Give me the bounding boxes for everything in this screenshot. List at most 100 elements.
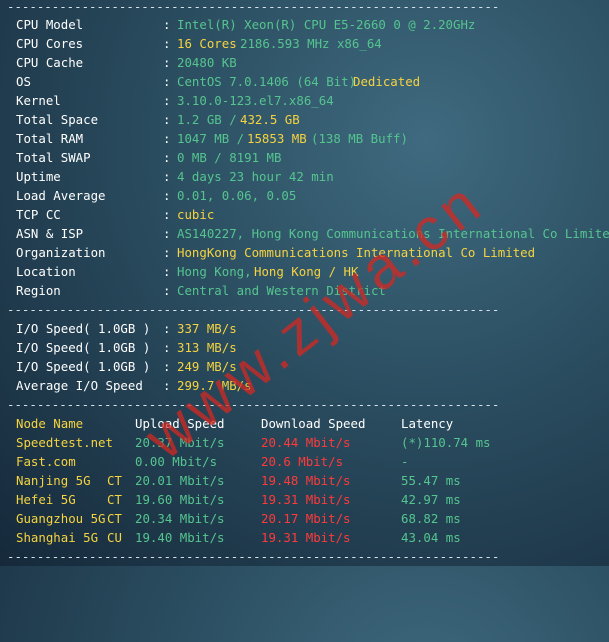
value: 20480 KB [177,55,237,70]
header-latency: Latency [401,416,454,431]
row-io-run3: I/O Speed( 1.0GB ) : 249 MB/s [0,357,237,376]
colon: : [163,55,171,70]
node-name: Guangzhou 5G [16,511,106,526]
node-name: Shanghai 5G [16,530,99,545]
download-speed: 20.44 Mbit/s [261,435,351,450]
upload-speed: 20.01 Mbit/s [135,473,225,488]
download-speed: 20.6 Mbit/s [261,454,344,469]
colon: : [163,283,171,298]
value-total: 432.5 GB [240,112,300,127]
colon: : [163,74,171,89]
header-node: Node Name [16,416,84,431]
row-io-average: Average I/O Speed : 299.7 MB/s [0,376,252,395]
label: CPU Cores [16,36,84,51]
row-total-swap: Total SWAP : 0 MB / 8191 MB [0,148,281,167]
row-total-ram: Total RAM : 1047 MB / 15853 MB (138 MB B… [0,129,408,148]
upload-speed: 19.40 Mbit/s [135,530,225,545]
separator-line: ----------------------------------------… [7,549,500,564]
row-region: Region : Central and Western District [0,281,386,300]
value: cubic [177,207,215,222]
speedtest-row: Speedtest.net 20.37 Mbit/s 20.44 Mbit/s … [0,433,491,452]
row-uptime: Uptime : 4 days 23 hour 42 min [0,167,334,186]
separator-line: ----------------------------------------… [7,0,500,14]
value-total: 15853 MB [247,131,307,146]
download-speed: 19.31 Mbit/s [261,530,351,545]
value: 4 days 23 hour 42 min [177,169,334,184]
label: Location [16,264,76,279]
latency: 43.04 ms [401,530,461,545]
node-name: Speedtest.net [16,435,113,450]
label: Total Space [16,112,99,127]
row-cpu-cache: CPU Cache : 20480 KB [0,53,237,72]
colon: : [163,207,171,222]
colon: : [163,93,171,108]
row-cpu-cores: CPU Cores : 16 Cores 2186.593 MHz x86_64 [0,34,382,53]
node-name: Fast.com [16,454,76,469]
download-speed: 19.31 Mbit/s [261,492,351,507]
value-cores: 16 Cores [177,36,237,51]
header-download: Download Speed [261,416,366,431]
row-cpu-model: CPU Model : Intel(R) Xeon(R) CPU E5-2660… [0,15,475,34]
latency: 68.82 ms [401,511,461,526]
value-buff: (138 MB Buff) [311,131,408,146]
latency: (*)110.74 ms [401,435,491,450]
colon: : [163,17,171,32]
latency: 55.47 ms [401,473,461,488]
label: CPU Cache [16,55,84,70]
row-load-average: Load Average : 0.01, 0.06, 0.05 [0,186,296,205]
value-used: 1047 MB / [177,131,245,146]
row-asn-isp: ASN & ISP : AS140227, Hong Kong Communic… [0,224,609,243]
label: ASN & ISP [16,226,84,241]
label: Uptime [16,169,61,184]
colon: : [163,188,171,203]
row-tcp-cc: TCP CC : cubic [0,205,214,224]
value-city: Hong Kong, [177,264,252,279]
node-name: Nanjing 5G [16,473,91,488]
label: TCP CC [16,207,61,222]
label: Total RAM [16,131,84,146]
label: I/O Speed( 1.0GB ) [16,321,151,336]
value-os: CentOS 7.0.1406 (64 Bit) [177,74,357,89]
value-freq: 2186.593 MHz x86_64 [240,36,382,51]
label: Region [16,283,61,298]
label: I/O Speed( 1.0GB ) [16,340,151,355]
label: CPU Model [16,17,84,32]
row-location: Location : Hong Kong, Hong Kong / HK [0,262,358,281]
row-io-run2: I/O Speed( 1.0GB ) : 313 MB/s [0,338,237,357]
label: Load Average [16,188,106,203]
node-isp: CU [107,530,122,545]
colon: : [163,359,171,374]
download-speed: 20.17 Mbit/s [261,511,351,526]
colon: : [163,169,171,184]
colon: : [163,264,171,279]
node-isp: CT [107,511,122,526]
row-total-space: Total Space : 1.2 GB / 432.5 GB [0,110,300,129]
row-kernel: Kernel : 3.10.0-123.el7.x86_64 [0,91,334,110]
download-speed: 19.48 Mbit/s [261,473,351,488]
speedtest-row: Guangzhou 5G CT 20.34 Mbit/s 20.17 Mbit/… [0,509,461,528]
speedtest-row: Shanghai 5G CU 19.40 Mbit/s 19.31 Mbit/s… [0,528,461,547]
row-io-run1: I/O Speed( 1.0GB ) : 337 MB/s [0,319,237,338]
separator-line: ----------------------------------------… [7,302,500,317]
node-isp: CT [107,473,122,488]
value-used: 1.2 GB / [177,112,237,127]
value-virt: Dedicated [353,74,421,89]
label: I/O Speed( 1.0GB ) [16,359,151,374]
colon: : [163,131,171,146]
value: 3.10.0-123.el7.x86_64 [177,93,334,108]
colon: : [163,112,171,127]
speedtest-header: Node Name Upload Speed Download Speed La… [0,414,453,433]
node-name: Hefei 5G [16,492,76,507]
colon: : [163,36,171,51]
label: Total SWAP [16,150,91,165]
latency: 42.97 ms [401,492,461,507]
label: Average I/O Speed [16,378,143,393]
upload-speed: 19.60 Mbit/s [135,492,225,507]
value: Intel(R) Xeon(R) CPU E5-2660 0 @ 2.20GHz [177,17,476,32]
row-os: OS : CentOS 7.0.1406 (64 Bit) Dedicated [0,72,420,91]
colon: : [163,340,171,355]
speedtest-row: Nanjing 5G CT 20.01 Mbit/s 19.48 Mbit/s … [0,471,461,490]
upload-speed: 20.34 Mbit/s [135,511,225,526]
label: Kernel [16,93,61,108]
node-isp: CT [107,492,122,507]
